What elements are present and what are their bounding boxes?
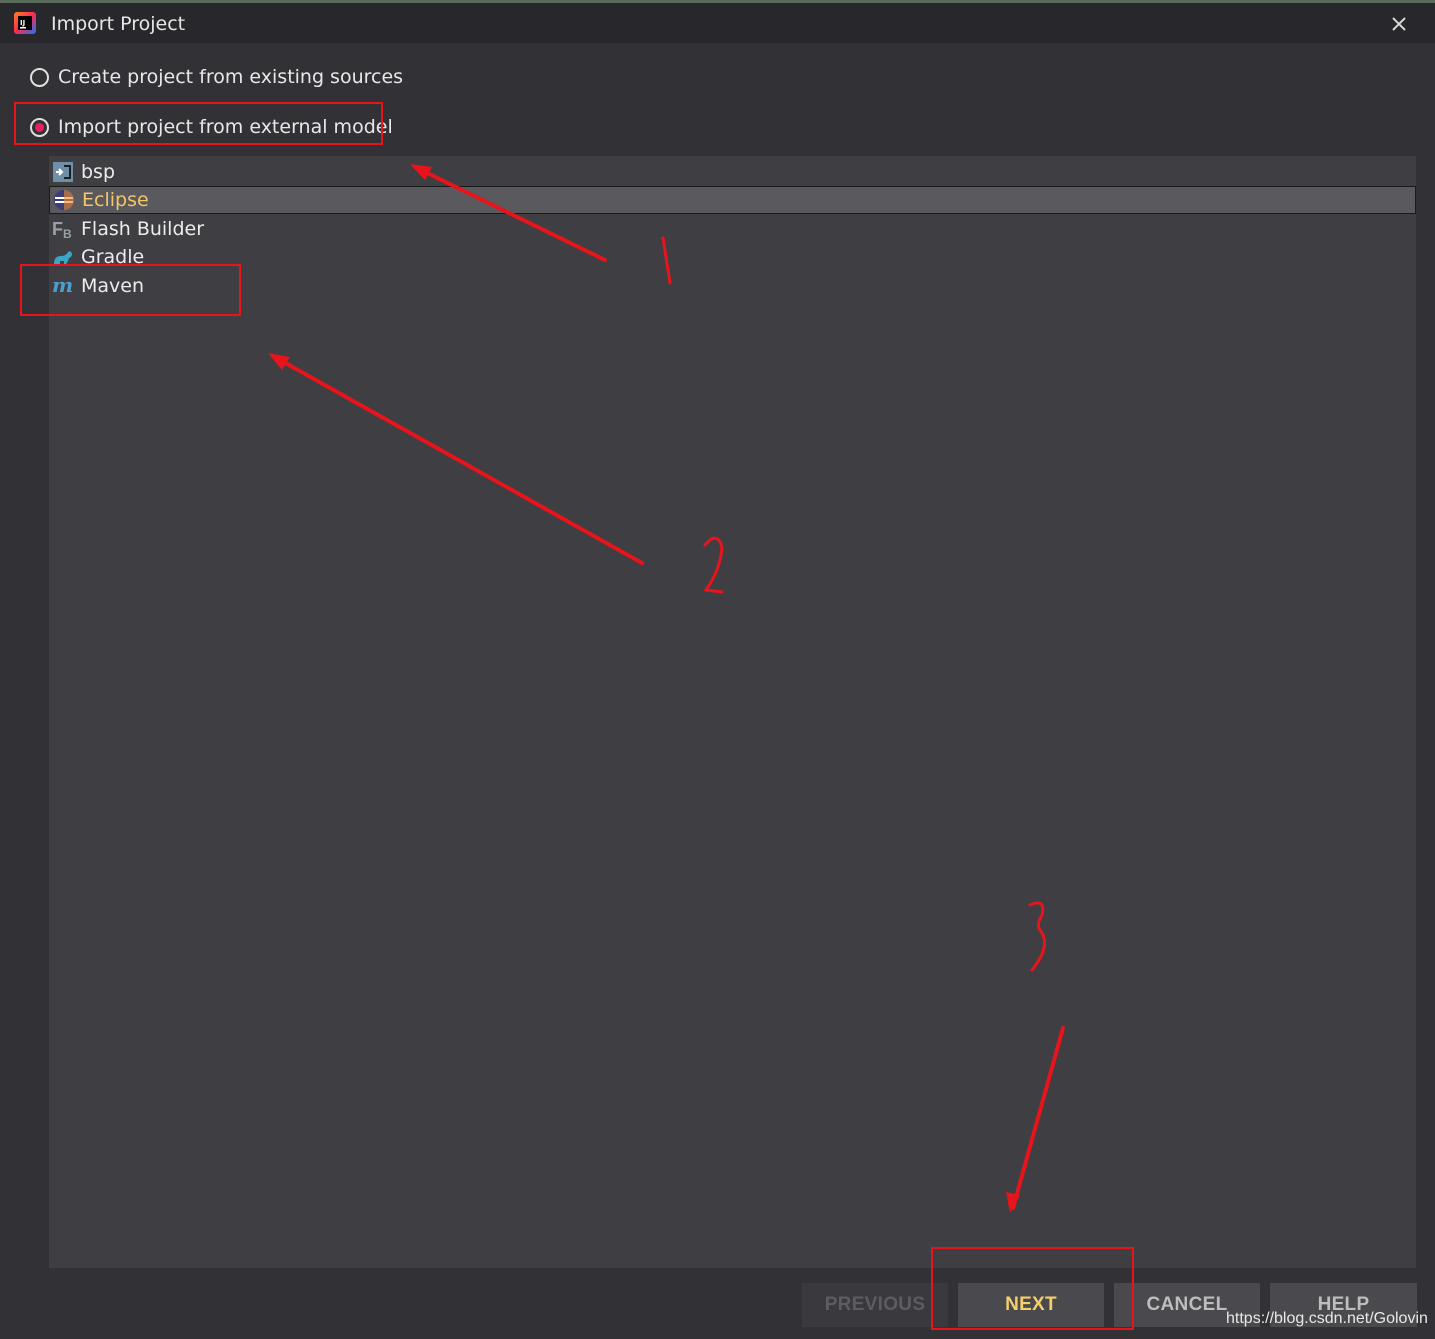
list-item-bsp[interactable]: bsp	[49, 158, 1416, 186]
bsp-icon	[52, 161, 74, 183]
list-item-label: Eclipse	[82, 189, 149, 211]
external-model-list[interactable]: bsp Eclipse F B Flash Builder Gradle m M…	[49, 156, 1416, 1268]
radio-label: Import project from external model	[58, 116, 393, 138]
svg-text:IJ: IJ	[20, 19, 25, 27]
radio-button-checked[interactable]	[30, 117, 49, 137]
list-item-flash-builder[interactable]: F B Flash Builder	[49, 215, 1416, 243]
intellij-idea-icon: IJ	[14, 12, 36, 34]
maven-icon: m	[52, 275, 74, 297]
title-bar: IJ Import Project	[0, 0, 1435, 43]
svg-text:m: m	[52, 275, 73, 297]
list-item-label: bsp	[81, 161, 116, 183]
list-item-label: Flash Builder	[81, 218, 205, 240]
previous-button[interactable]: PREVIOUS	[802, 1283, 948, 1327]
list-item-label: Maven	[81, 275, 145, 297]
window-title: Import Project	[51, 13, 186, 35]
radio-import-external-model[interactable]: Import project from external model	[30, 114, 393, 140]
radio-label: Create project from existing sources	[58, 66, 404, 88]
radio-create-from-sources[interactable]: Create project from existing sources	[30, 64, 403, 90]
watermark-url: https://blog.csdn.net/Golovin	[1226, 1310, 1428, 1327]
gradle-icon	[52, 246, 74, 268]
list-item-eclipse[interactable]: Eclipse	[49, 186, 1416, 214]
flash-builder-icon: F B	[52, 218, 74, 240]
radio-button-unchecked[interactable]	[30, 67, 49, 87]
eclipse-icon	[53, 189, 75, 211]
svg-text:B: B	[63, 227, 72, 240]
next-button[interactable]: NEXT	[958, 1283, 1104, 1327]
list-item-label: Gradle	[81, 246, 145, 268]
close-icon[interactable]	[1388, 13, 1410, 35]
list-item-maven[interactable]: m Maven	[49, 272, 1416, 300]
svg-text:F: F	[52, 219, 63, 239]
list-item-gradle[interactable]: Gradle	[49, 243, 1416, 271]
